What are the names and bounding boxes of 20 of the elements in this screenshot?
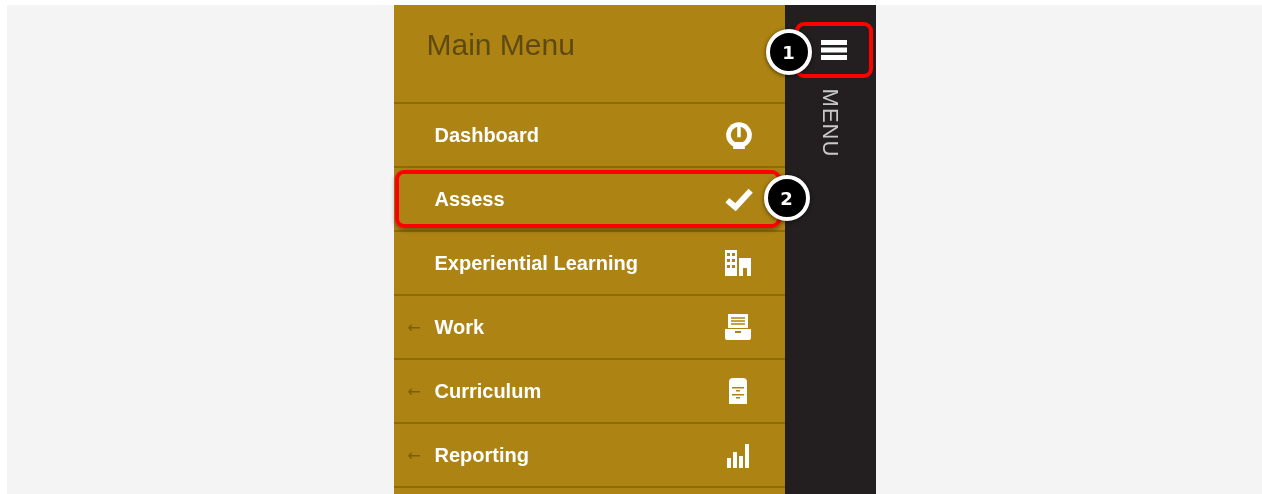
arrow-glyph: ← [406,317,422,337]
menu-item[interactable]: Experiential Learning [393,232,785,296]
menu-icon [821,40,847,60]
building-icon [722,248,753,278]
menu-item-label: Experiential Learning [434,251,639,275]
menu-label: MENU [817,88,843,158]
arrow-glyph: ← [406,445,422,465]
menu-item-label: Reporting [434,443,530,467]
menu-title: Main Menu [426,27,575,62]
menu-item[interactable]: ← Reporting [393,424,785,488]
menu-item-label: Dashboard [434,123,540,147]
menu-item[interactable]: ← Curriculum [393,360,785,424]
arrow-glyph: ← [406,381,422,401]
menu-item-label: Assess [434,187,506,211]
menu-item-label: Work [434,315,486,339]
tray-icon [722,312,753,342]
gauge-icon [724,121,753,149]
menu-item[interactable]: Dashboard [393,104,785,168]
menu-item[interactable]: ← Work [393,296,785,360]
menu-item-label: Curriculum [434,379,543,403]
